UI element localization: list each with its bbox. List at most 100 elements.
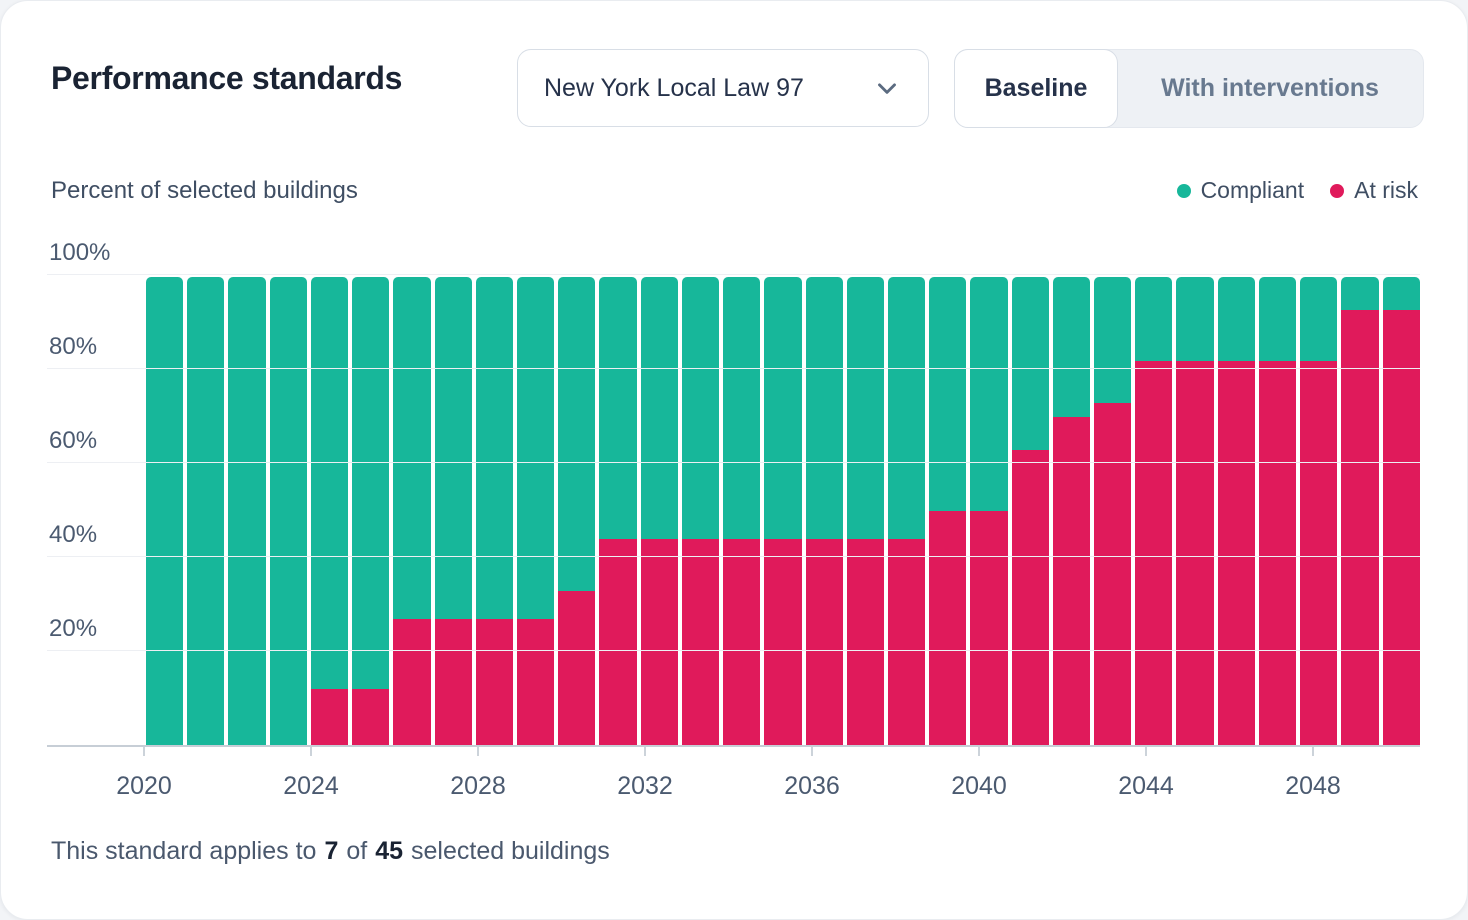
bar-2030[interactable] [558,277,596,745]
x-axis-label-2028: 2028 [450,772,506,800]
bar-2046[interactable] [1217,277,1255,745]
stacked-bar-chart: 20% 40% 60% 80% 100% 2020 2024 2028 2032 2036 2040… [1,1,1467,919]
toggle-baseline-button[interactable]: Baseline [954,49,1118,128]
compliant-segment-2038 [887,277,926,540]
bar-2027[interactable] [434,277,472,745]
y-axis-label-40: 40% [49,521,98,548]
legend-item-compliant: Compliant [1176,177,1305,204]
standard-dropdown[interactable]: New York Local Law 97 [517,49,929,127]
compliant-segment-2039 [929,277,967,511]
compliant-segment-2023 [269,277,307,745]
bar-2044[interactable] [1135,277,1173,745]
compliant-segment-2029 [516,277,555,619]
compliant-segment-2033 [681,277,720,540]
x-axis-tick-2044 [1145,747,1147,756]
x-axis-tick-2020 [143,747,145,756]
compliant-segment-2048 [1300,277,1338,362]
at-risk-segment-2042 [1052,417,1091,745]
y-axis-label-100: 100% [49,239,111,266]
bar-2035[interactable] [764,277,802,745]
at-risk-segment-2038 [887,539,926,745]
x-axis-line [47,745,1420,747]
bar-2043[interactable] [1094,277,1132,745]
footnote-of: of [346,837,368,865]
compliant-segment-2032 [640,277,678,540]
bar-2049[interactable] [1341,277,1379,745]
bar-2032[interactable] [640,277,678,745]
at-risk-segment-2050 [1382,309,1420,745]
bar-2023[interactable] [269,277,307,745]
x-axis-label-2032: 2032 [617,772,673,800]
at-risk-segment-2030 [558,590,596,745]
bar-2045[interactable] [1176,277,1214,745]
bar-2042[interactable] [1052,277,1091,745]
legend-label-compliant: Compliant [1200,177,1305,203]
bar-2033[interactable] [681,277,720,745]
compliant-segment-2045 [1176,277,1214,362]
bar-2034[interactable] [723,277,761,745]
bar-2022[interactable] [228,277,266,745]
at-risk-segment-2031 [599,539,637,745]
x-axis-tick-2040 [978,747,980,756]
chart-axis-title: Percent of selected buildings [51,177,358,204]
compliant-segment-2022 [228,277,266,745]
bar-2041[interactable] [1011,277,1049,745]
bar-2039[interactable] [929,277,967,745]
at-risk-segment-2036 [805,539,843,745]
at-risk-dot-icon [1330,183,1345,198]
bar-2036[interactable] [805,277,843,745]
gridline-100 [47,274,1420,275]
bar-2029[interactable] [516,277,555,745]
x-axis-tick-2048 [1312,747,1314,756]
at-risk-segment-2032 [640,539,678,745]
bar-2050[interactable] [1382,277,1420,745]
x-axis-label-2040: 2040 [951,772,1007,800]
footnote-suffix: selected buildings [411,837,610,865]
x-axis-label-2020: 2020 [116,772,172,800]
y-axis-label-20: 20% [49,615,98,642]
toggle-with-interventions-button[interactable]: With interventions [1117,50,1423,127]
at-risk-segment-2047 [1258,361,1297,745]
compliant-segment-2025 [352,277,390,689]
at-risk-segment-2028 [475,618,513,745]
compliant-segment-2034 [723,277,761,540]
legend-item-at-risk: At risk [1330,177,1418,204]
compliant-segment-2028 [475,277,513,619]
at-risk-segment-2043 [1094,403,1132,745]
bar-2037[interactable] [846,277,884,745]
x-axis-tick-2028 [477,747,479,756]
bar-2047[interactable] [1258,277,1297,745]
bar-2028[interactable] [475,277,513,745]
at-risk-segment-2040 [970,511,1008,745]
bar-2025[interactable] [352,277,390,745]
legend-label-at-risk: At risk [1354,177,1418,203]
at-risk-segment-2041 [1011,450,1049,745]
compliant-segment-2037 [846,277,884,540]
bar-2026[interactable] [393,277,431,745]
compliant-segment-2050 [1382,277,1420,310]
at-risk-segment-2039 [929,511,967,745]
compliant-segment-2046 [1217,277,1255,362]
compliant-segment-2036 [805,277,843,540]
x-axis-tick-2032 [644,747,646,756]
bar-2031[interactable] [599,277,637,745]
compliant-segment-2042 [1052,277,1091,418]
performance-standards-card: Performance standards New York Local Law… [0,0,1468,920]
bar-2040[interactable] [970,277,1008,745]
x-axis-label-2048: 2048 [1285,772,1341,800]
bar-2020[interactable] [146,277,184,745]
compliant-segment-2044 [1135,277,1173,362]
at-risk-segment-2033 [681,539,720,745]
chevron-down-icon [878,83,896,94]
bar-2048[interactable] [1300,277,1338,745]
bar-2021[interactable] [187,277,225,745]
footnote-count: 7 [324,837,339,865]
compliant-segment-2024 [310,277,349,689]
bar-2038[interactable] [887,277,926,745]
at-risk-segment-2024 [310,688,349,745]
bar-2024[interactable] [310,277,349,745]
compliant-segment-2030 [558,277,596,591]
footnote-total: 45 [375,837,404,865]
compliant-segment-2035 [764,277,802,540]
at-risk-segment-2026 [393,618,431,745]
